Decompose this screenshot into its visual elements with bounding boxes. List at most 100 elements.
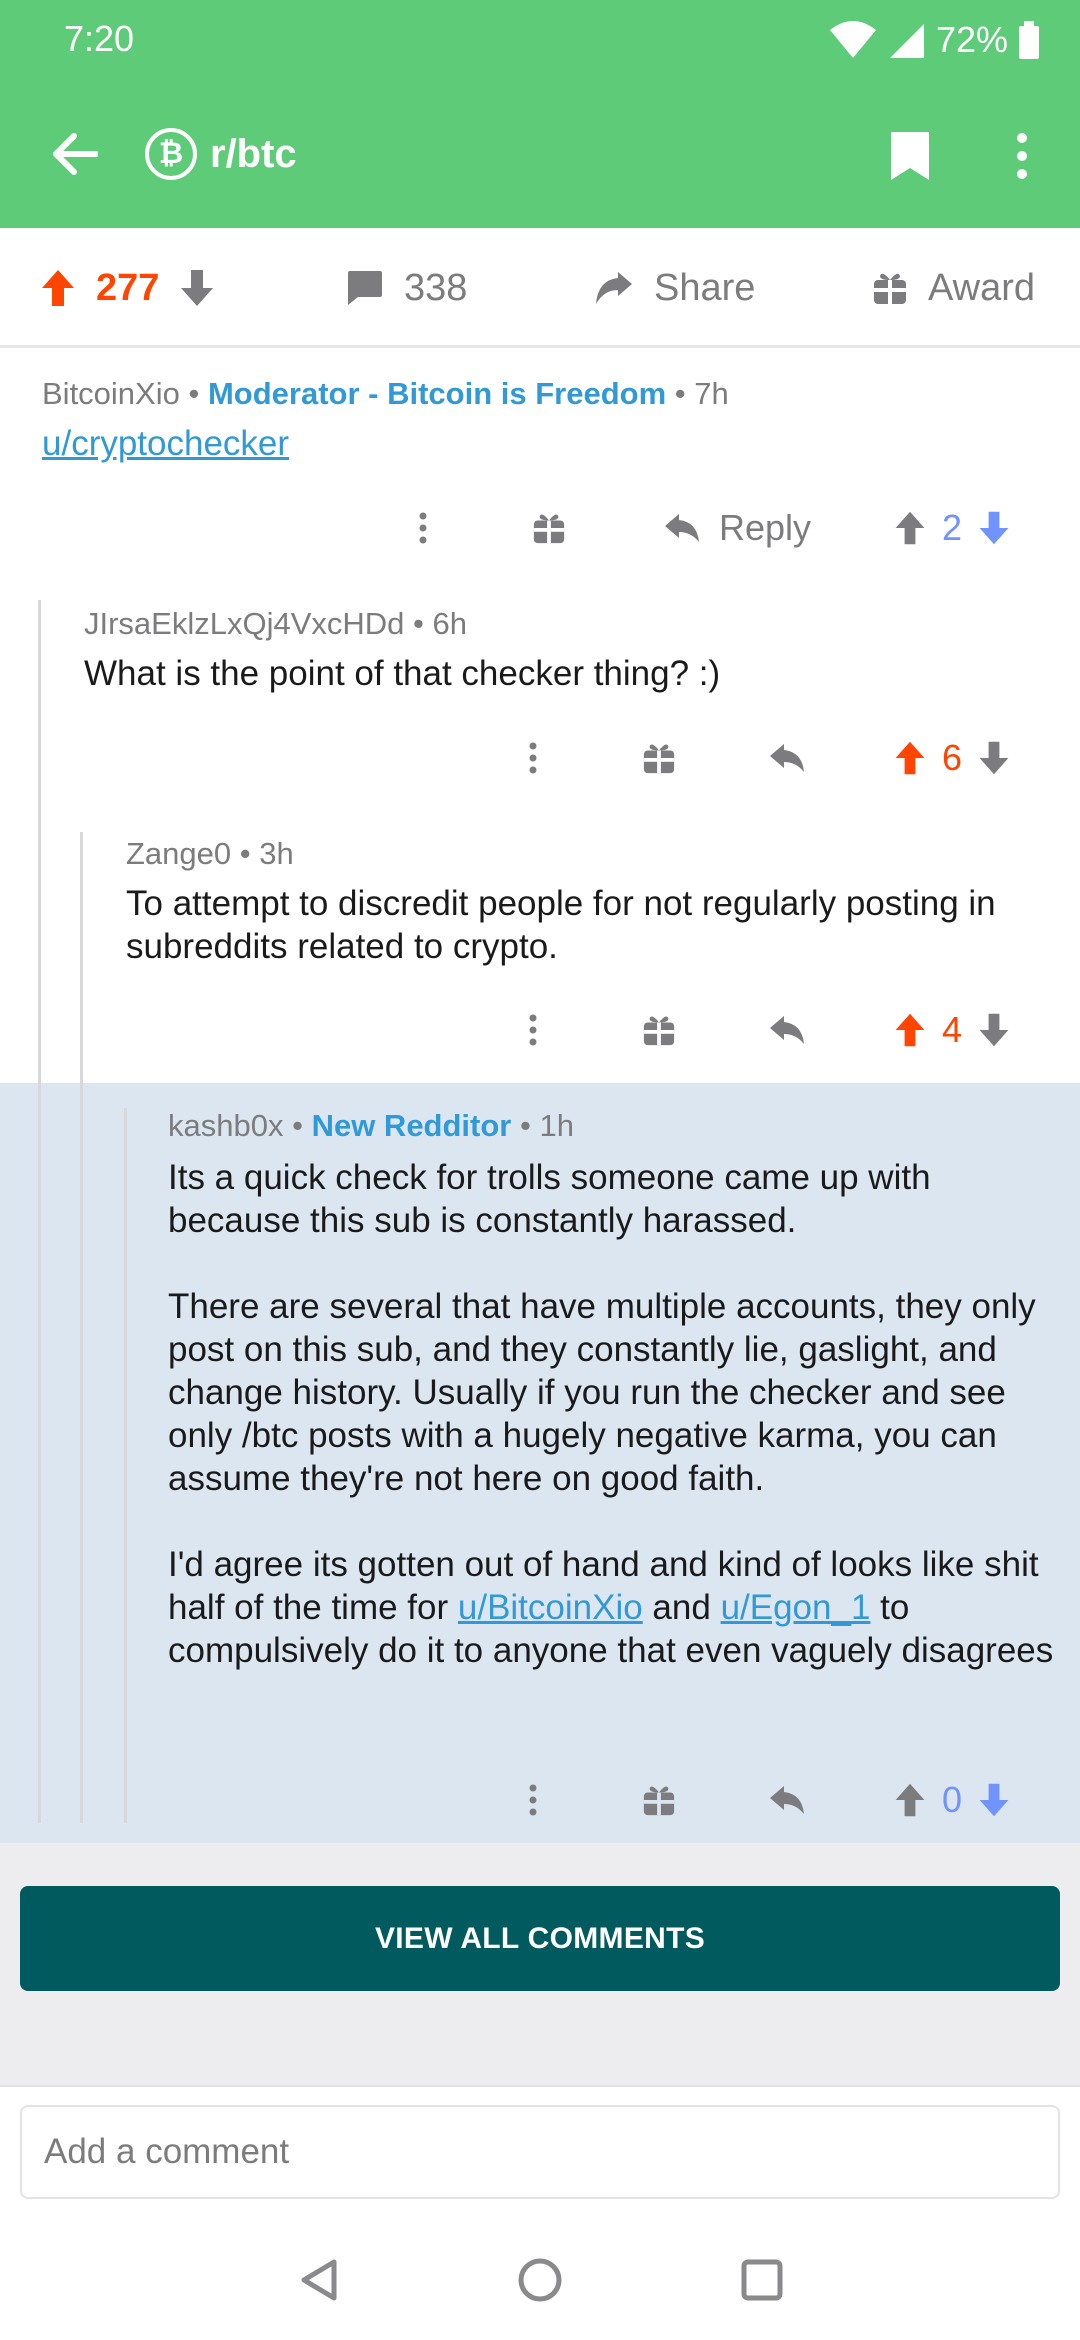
more-vertical-icon (1017, 133, 1027, 179)
square-recents-icon (741, 2259, 783, 2301)
upvote-icon[interactable] (892, 1782, 928, 1818)
user-link-egon[interactable]: u/Egon_1 (721, 1588, 871, 1627)
comment-score: 2 (942, 507, 963, 548)
reply-arrow-icon (770, 1016, 804, 1044)
gift-icon (643, 1016, 675, 1046)
separator-dot: • (520, 1108, 531, 1143)
reply-label: Reply (718, 507, 812, 548)
upvote-icon[interactable] (892, 740, 928, 776)
nav-recents-button[interactable] (727, 2245, 797, 2315)
overflow-menu-button[interactable] (996, 124, 1048, 188)
comment-vote-group: 0 (892, 1768, 1012, 1832)
downvote-icon[interactable] (976, 1782, 1012, 1818)
gift-icon (643, 1786, 675, 1816)
separator-dot: • (188, 376, 200, 411)
circle-home-icon (518, 2258, 562, 2302)
comment-body: To attempt to discredit people for not r… (126, 882, 1046, 968)
user-link[interactable]: u/cryptochecker (42, 424, 289, 463)
comment-age: 1h (539, 1108, 574, 1143)
comment-author[interactable]: Zange0 (126, 836, 231, 871)
cellular-signal-icon (889, 24, 924, 58)
comment-more-button[interactable] (508, 1768, 558, 1832)
comment-actions: Reply 2 (0, 496, 1080, 560)
bookmark-icon (891, 132, 929, 180)
user-flair: New Redditor (311, 1108, 512, 1143)
bookmark-button[interactable] (880, 124, 940, 188)
triangle-back-icon (301, 2259, 337, 2301)
downvote-icon[interactable] (976, 740, 1012, 776)
comment-award-button[interactable] (524, 496, 574, 560)
post-score: 277 (96, 266, 160, 309)
comment-author[interactable]: JIrsaEklzLxQj4VxcHDd (84, 606, 404, 641)
text-segment: and (642, 1588, 721, 1627)
post-vote-group: 277 (40, 256, 215, 320)
more-vertical-icon (419, 512, 427, 544)
subreddit-name[interactable]: r/btc (210, 126, 297, 182)
subreddit-icon[interactable]: ₿ (145, 128, 197, 180)
view-all-comments-button[interactable]: VIEW ALL COMMENTS (20, 1886, 1060, 1991)
comment-score: 6 (942, 737, 963, 778)
gift-icon (533, 514, 565, 544)
downvote-icon[interactable] (179, 268, 215, 308)
more-vertical-icon (529, 1014, 537, 1046)
status-icons: 72% (828, 16, 1040, 64)
comment-actions: 6 (0, 726, 1080, 790)
comment-author[interactable]: BitcoinXio (42, 376, 180, 411)
reply-button[interactable] (762, 726, 812, 790)
comment-more-button[interactable] (508, 726, 558, 790)
nav-home-button[interactable] (505, 2245, 575, 2315)
battery-icon (1019, 21, 1039, 59)
comment-more-button[interactable] (398, 496, 448, 560)
comment-award-button[interactable] (634, 998, 684, 1062)
comment-actions: 4 (0, 998, 1080, 1062)
thread-line-1-overlay (38, 1083, 41, 1823)
comment-body: u/cryptochecker (42, 422, 1042, 465)
comment-meta: JIrsaEklzLxQj4VxcHDd • 6h (84, 606, 467, 642)
gift-icon (643, 744, 675, 774)
reply-button[interactable] (762, 998, 812, 1062)
award-label: Award (928, 266, 1036, 309)
upvote-icon[interactable] (40, 268, 76, 308)
separator-dot: • (292, 1108, 303, 1143)
comment-author[interactable]: kashb0x (168, 1108, 283, 1143)
downvote-icon[interactable] (976, 510, 1012, 546)
comment-award-button[interactable] (634, 726, 684, 790)
post-actions-bar: 277 338 Share Award (0, 228, 1080, 348)
award-button[interactable]: Award (872, 256, 1035, 320)
share-button[interactable]: Share (594, 256, 755, 320)
nav-back-button[interactable] (285, 2245, 355, 2315)
comment-actions: 0 (0, 1768, 1080, 1832)
thread-line-2-overlay (80, 1083, 83, 1823)
comment-meta: kashb0x • New Redditor • 1h (168, 1108, 574, 1144)
comment-paragraph: There are several that have multiple acc… (168, 1287, 1036, 1498)
add-comment-input[interactable]: Add a comment (20, 2105, 1060, 2199)
reply-arrow-icon (770, 1786, 804, 1814)
upvote-icon[interactable] (892, 1012, 928, 1048)
comment-paragraph: I'd agree its gotten out of hand and kin… (168, 1543, 1058, 1672)
comment-more-button[interactable] (508, 998, 558, 1062)
comment-body: Its a quick check for trolls someone cam… (168, 1156, 1058, 1672)
user-flair: Moderator - Bitcoin is Freedom (207, 376, 667, 411)
separator-dot: • (239, 836, 251, 871)
separator-dot: • (674, 376, 686, 411)
comments-count: 338 (404, 266, 468, 309)
comment-vote-group: 2 (892, 496, 1012, 560)
comment-meta: Zange0 • 3h (126, 836, 294, 872)
arrow-back-icon (53, 133, 98, 175)
status-bar: 7:20 72% (0, 0, 1080, 80)
comment-meta: BitcoinXio • Moderator - Bitcoin is Free… (42, 376, 729, 412)
comment-score: 0 (942, 1779, 963, 1820)
reply-button[interactable]: Reply (652, 496, 822, 560)
back-button[interactable] (38, 118, 110, 190)
upvote-icon[interactable] (892, 510, 928, 546)
separator-dot: • (413, 606, 424, 641)
user-link-bitcoinxio[interactable]: u/BitcoinXio (458, 1588, 643, 1627)
comment-award-button[interactable] (634, 1768, 684, 1832)
comments-count-button[interactable]: 338 (344, 256, 467, 320)
reply-arrow-icon (664, 514, 699, 542)
reply-button[interactable] (762, 1768, 812, 1832)
downvote-icon[interactable] (976, 1012, 1012, 1048)
comment-vote-group: 4 (892, 998, 1012, 1062)
more-vertical-icon (529, 742, 537, 774)
comment-bar: Add a comment (0, 2085, 1080, 2215)
